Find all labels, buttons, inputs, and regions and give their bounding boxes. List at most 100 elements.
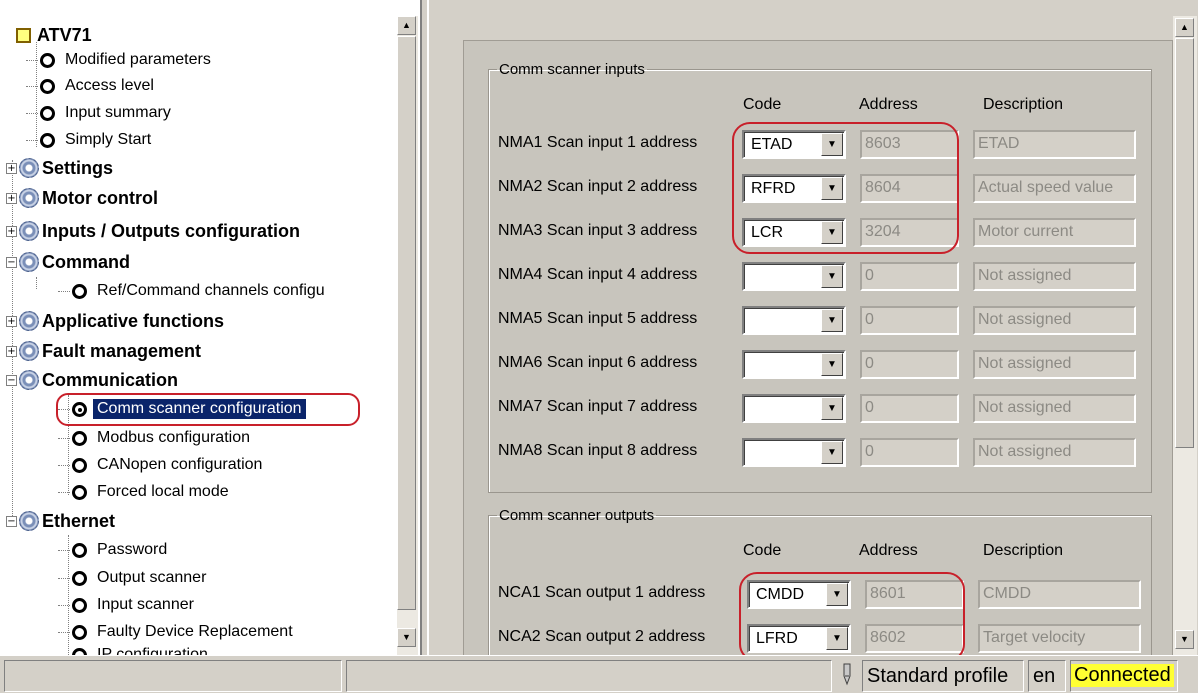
radio-circle-icon [40,78,55,94]
dropdown-arrow-icon[interactable]: ▼ [821,397,843,420]
tree-item-ip-configuration[interactable]: IP configuration [58,642,208,655]
tree-item-access-level[interactable]: Access level [26,73,154,99]
tree-item-modified-parameters[interactable]: Modified parameters [26,47,211,73]
description-field: Actual speed value [973,174,1136,203]
tree-node-label: Command [42,251,131,272]
gear-icon [19,221,39,241]
collapse-icon[interactable]: − [6,515,17,527]
radio-circle-icon [72,597,87,613]
tree-node-communication[interactable]: − Communication [6,367,178,393]
form-scrollbar[interactable]: ▲ ▼ [1173,16,1197,655]
row-label: NMA7 Scan input 7 address [498,398,698,415]
tree-node-label: Settings [42,157,114,178]
tree-item-simply-start[interactable]: Simply Start [26,127,151,153]
column-header-description: Description [983,542,1064,559]
row-label: NMA4 Scan input 4 address [498,266,698,283]
tree-item-label: IP configuration [97,646,208,655]
radio-circle-icon [72,647,87,655]
scroll-up-icon[interactable]: ▲ [1175,18,1194,37]
tree-node-settings[interactable]: + Settings [6,155,113,181]
expand-icon[interactable]: + [6,315,17,327]
input-row-4: NMA4 Scan input 4 address ▼ 0 Not assign… [489,260,1153,294]
description-field: Not assigned [973,262,1136,291]
tree-node-applicative-functions[interactable]: + Applicative functions [6,308,224,334]
row-label: NCA1 Scan output 1 address [498,584,706,601]
radio-circle-icon [40,52,55,68]
gear-icon [19,311,39,331]
scroll-down-icon[interactable]: ▼ [397,628,416,647]
collapse-icon[interactable]: − [6,256,17,268]
expand-icon[interactable]: + [6,225,17,237]
expand-icon[interactable]: + [6,162,17,174]
tree-item-label: Input scanner [97,596,194,613]
row-label: NMA2 Scan input 2 address [498,178,698,195]
tree-item-password[interactable]: Password [58,537,167,563]
tree-item-label: Ref/Command channels configu [97,282,325,299]
status-cell-empty [346,660,832,692]
comm-scanner-form: Comm scanner inputs Code Address Descrip… [463,40,1173,655]
radio-circle-icon [72,457,87,473]
code-select[interactable]: ▼ [742,438,846,467]
expand-icon[interactable]: + [6,192,17,204]
tree-item-label: Password [97,541,168,558]
tree-node-label: Motor control [42,187,158,208]
tree-node-fault-management[interactable]: + Fault management [6,338,201,364]
tree-node-motor-control[interactable]: + Motor control [6,185,158,211]
scroll-down-icon[interactable]: ▼ [1175,630,1194,649]
connection-status: Connected [1071,664,1174,687]
tree-node-label: Ethernet [42,510,116,531]
tree-item-forced-local-mode[interactable]: Forced local mode [58,479,229,505]
gear-icon [19,158,39,178]
row-label: NMA5 Scan input 5 address [498,310,698,327]
tree-node-label: Fault management [42,340,202,361]
tree-node-io-configuration[interactable]: + Inputs / Outputs configuration [6,218,300,244]
address-field: 0 [860,394,959,423]
radio-circle-icon [72,283,87,299]
tree-root[interactable]: ATV71 [16,22,92,48]
tree-item-label: Output scanner [97,569,207,586]
tree-item-input-summary[interactable]: Input summary [26,100,171,126]
code-select[interactable]: ▼ [742,394,846,423]
scroll-up-icon[interactable]: ▲ [397,16,416,35]
tree-item-canopen-configuration[interactable]: CANopen configuration [58,452,262,478]
row-label: NMA8 Scan input 8 address [498,442,698,459]
dropdown-arrow-icon[interactable]: ▼ [821,265,843,288]
tree-item-input-scanner[interactable]: Input scanner [58,592,194,618]
tree-node-label: Communication [42,369,179,390]
tree-scrollbar[interactable]: ▲ ▼ [397,16,418,655]
status-cell-language: en [1028,660,1066,692]
tree-item-ref-command-channels[interactable]: Ref/Command channels configu [58,278,325,304]
column-header-address: Address [859,542,918,559]
tree-item-output-scanner[interactable]: Output scanner [58,565,206,591]
tree-item-label: Forced local mode [97,483,229,500]
expand-icon[interactable]: + [6,345,17,357]
gear-icon [19,252,39,272]
tree-scroll-thumb[interactable] [397,36,416,610]
tree-item-modbus-configuration[interactable]: Modbus configuration [58,425,250,451]
address-field: 0 [860,438,959,467]
code-select[interactable]: ▼ [742,350,846,379]
tree-node-ethernet[interactable]: − Ethernet [6,508,115,534]
code-select[interactable]: ▼ [742,306,846,335]
form-scroll-thumb[interactable] [1175,38,1194,448]
dropdown-arrow-icon[interactable]: ▼ [821,441,843,464]
code-select[interactable]: ▼ [742,262,846,291]
description-field: Not assigned [973,306,1136,335]
status-bar: Standard profile en Connected [0,655,1198,693]
highlight-annotation [739,572,965,655]
radio-circle-icon [72,542,87,558]
tree-node-label: Applicative functions [42,310,225,331]
tree-node-command[interactable]: − Command [6,249,130,275]
status-cell-connection: Connected [1070,660,1178,692]
address-field: 0 [860,262,959,291]
navigation-tree[interactable]: ATV71 Modified parameters Access level I… [0,0,422,655]
collapse-icon[interactable]: − [6,374,17,386]
dropdown-arrow-icon[interactable]: ▼ [821,353,843,376]
gear-icon [19,370,39,390]
input-row-6: NMA6 Scan input 6 address ▼ 0 Not assign… [489,348,1153,382]
tree-node-label: Inputs / Outputs configuration [42,220,300,241]
profile-text: Standard profile [867,665,1009,687]
column-header-code: Code [743,96,782,113]
dropdown-arrow-icon[interactable]: ▼ [821,309,843,332]
radio-circle-icon [72,570,87,586]
